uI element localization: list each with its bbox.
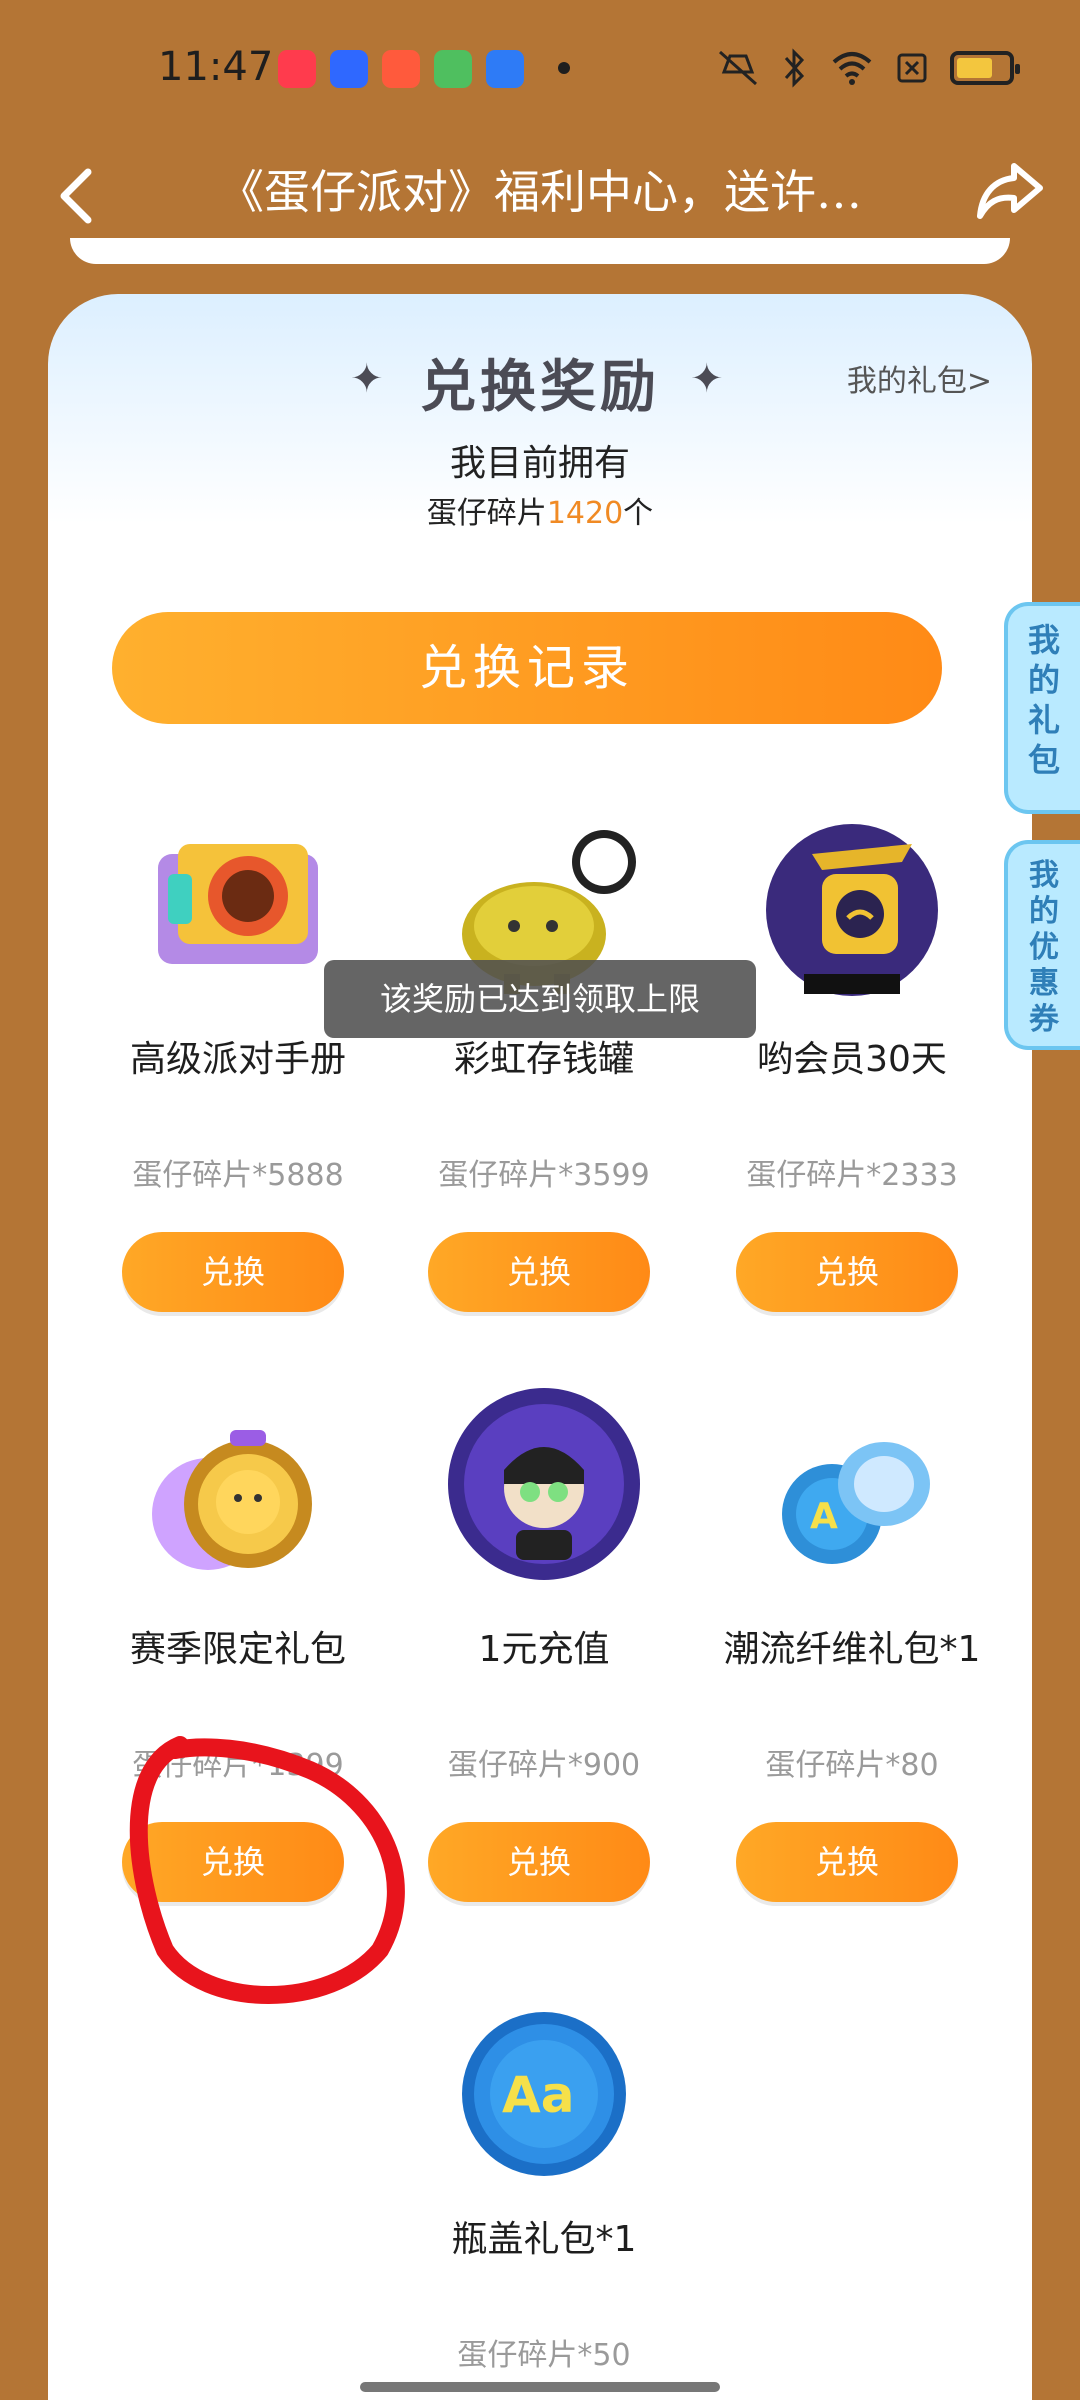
item-price: 蛋仔碎片*3599 (438, 1158, 650, 1193)
previous-section-edge (70, 238, 1010, 264)
svg-text:A: A (810, 1496, 838, 1537)
item-name: 高级派对手册 (129, 1039, 346, 1080)
share-icon (977, 163, 1043, 219)
side-tab-my-coupons[interactable]: 我的优惠券 (1004, 840, 1080, 1050)
item-price: 蛋仔碎片*1399 (132, 1748, 344, 1783)
home-indicator (360, 2382, 720, 2392)
owned-title: 我目前拥有 (449, 443, 630, 484)
fiber-gift-icon: A (782, 1442, 930, 1564)
reward-item: A 潮流纤维礼包*1 蛋仔碎片*80 兑换 (702, 1404, 1002, 1924)
exchange-record-button[interactable]: 兑换记录 (112, 612, 942, 724)
redeem-button[interactable]: 兑换 (736, 1232, 958, 1312)
membership-icon (766, 824, 938, 996)
exchange-card: ✦ 兑换奖励 ✦ 我的礼包> 我目前拥有 蛋仔碎片1420个 兑换记录 高级派对… (48, 294, 1032, 2400)
status-bar: 11:47 (0, 0, 1080, 136)
page-title: 《蛋仔派对》福利中心，送许… (218, 165, 862, 219)
share-button[interactable] (970, 150, 1050, 230)
player-app-icon (434, 50, 472, 88)
item-name: 1元充值 (478, 1629, 610, 1670)
wallet-app-icon (486, 50, 524, 88)
item-price: 蛋仔碎片*5888 (132, 1158, 344, 1193)
redeem-button[interactable]: 兑换 (122, 1232, 344, 1312)
xiaohongshu-app-icon (278, 50, 316, 88)
battery-icon (950, 51, 1020, 85)
item-name: 赛季限定礼包 (129, 1629, 346, 1670)
toast-message: 该奖励已达到领取上限 (324, 960, 756, 1038)
baidu-app-icon (330, 50, 368, 88)
sparkle-icon: ✦ (690, 356, 724, 402)
owned-fragments: 蛋仔碎片1420个 (48, 488, 1032, 532)
wifi-icon (832, 52, 872, 85)
redeem-button[interactable]: 兑换 (122, 1822, 344, 1902)
system-icons (716, 48, 1020, 88)
side-tab-my-gifts[interactable]: 我的礼包 (1004, 602, 1080, 814)
owned-suffix: 个 (623, 496, 654, 531)
back-arrow-icon (60, 168, 92, 224)
video-app-icon (382, 50, 420, 88)
side-tab-label: 我的优惠券 (1029, 858, 1059, 1037)
mute-icon (719, 50, 757, 86)
item-price: 蛋仔碎片*900 (447, 1748, 641, 1783)
status-time: 11:47 (158, 44, 274, 90)
reward-item: 哟会员30天 蛋仔碎片*2333 兑换 (702, 814, 1002, 1334)
side-tab-label: 我的礼包 (1027, 621, 1060, 779)
svg-text:Aa: Aa (502, 2066, 574, 2124)
redeem-button[interactable]: 兑换 (736, 1822, 958, 1902)
season-gift-icon (152, 1430, 312, 1570)
item-name: 瓶盖礼包*1 (451, 2219, 637, 2260)
item-name: 潮流纤维礼包*1 (723, 1629, 981, 1670)
owned-count: 1420 (546, 496, 624, 531)
back-button[interactable] (46, 154, 116, 234)
my-gift-link[interactable]: 我的礼包> (847, 356, 992, 400)
redeem-button[interactable]: 兑换 (428, 1232, 650, 1312)
item-name: 哟会员30天 (757, 1039, 947, 1080)
reward-item: 赛季限定礼包 蛋仔碎片*1399 兑换 (88, 1404, 388, 1924)
recharge-icon (448, 1388, 640, 1580)
redeem-button[interactable]: 兑换 (428, 1822, 650, 1902)
item-price: 蛋仔碎片*2333 (746, 1158, 958, 1193)
item-name: 彩虹存钱罐 (453, 1039, 634, 1080)
sim-icon (897, 53, 927, 83)
bluetooth-icon (784, 48, 805, 88)
reward-item: Aa 瓶盖礼包*1 蛋仔碎片*50 (394, 1994, 694, 2400)
reward-item: 彩虹存钱罐 蛋仔碎片*3599 兑换 (394, 814, 694, 1334)
reward-item: 1元充值 蛋仔碎片*900 兑换 (394, 1384, 694, 1924)
bottle-cap-icon: Aa (462, 2012, 626, 2176)
item-price: 蛋仔碎片*80 (765, 1748, 939, 1783)
item-price: 蛋仔碎片*50 (457, 2338, 631, 2373)
notification-dot (558, 62, 570, 74)
party-handbook-icon (158, 844, 318, 964)
owned-prefix: 蛋仔碎片 (426, 496, 547, 531)
reward-item: 高级派对手册 蛋仔碎片*5888 兑换 (88, 814, 388, 1334)
